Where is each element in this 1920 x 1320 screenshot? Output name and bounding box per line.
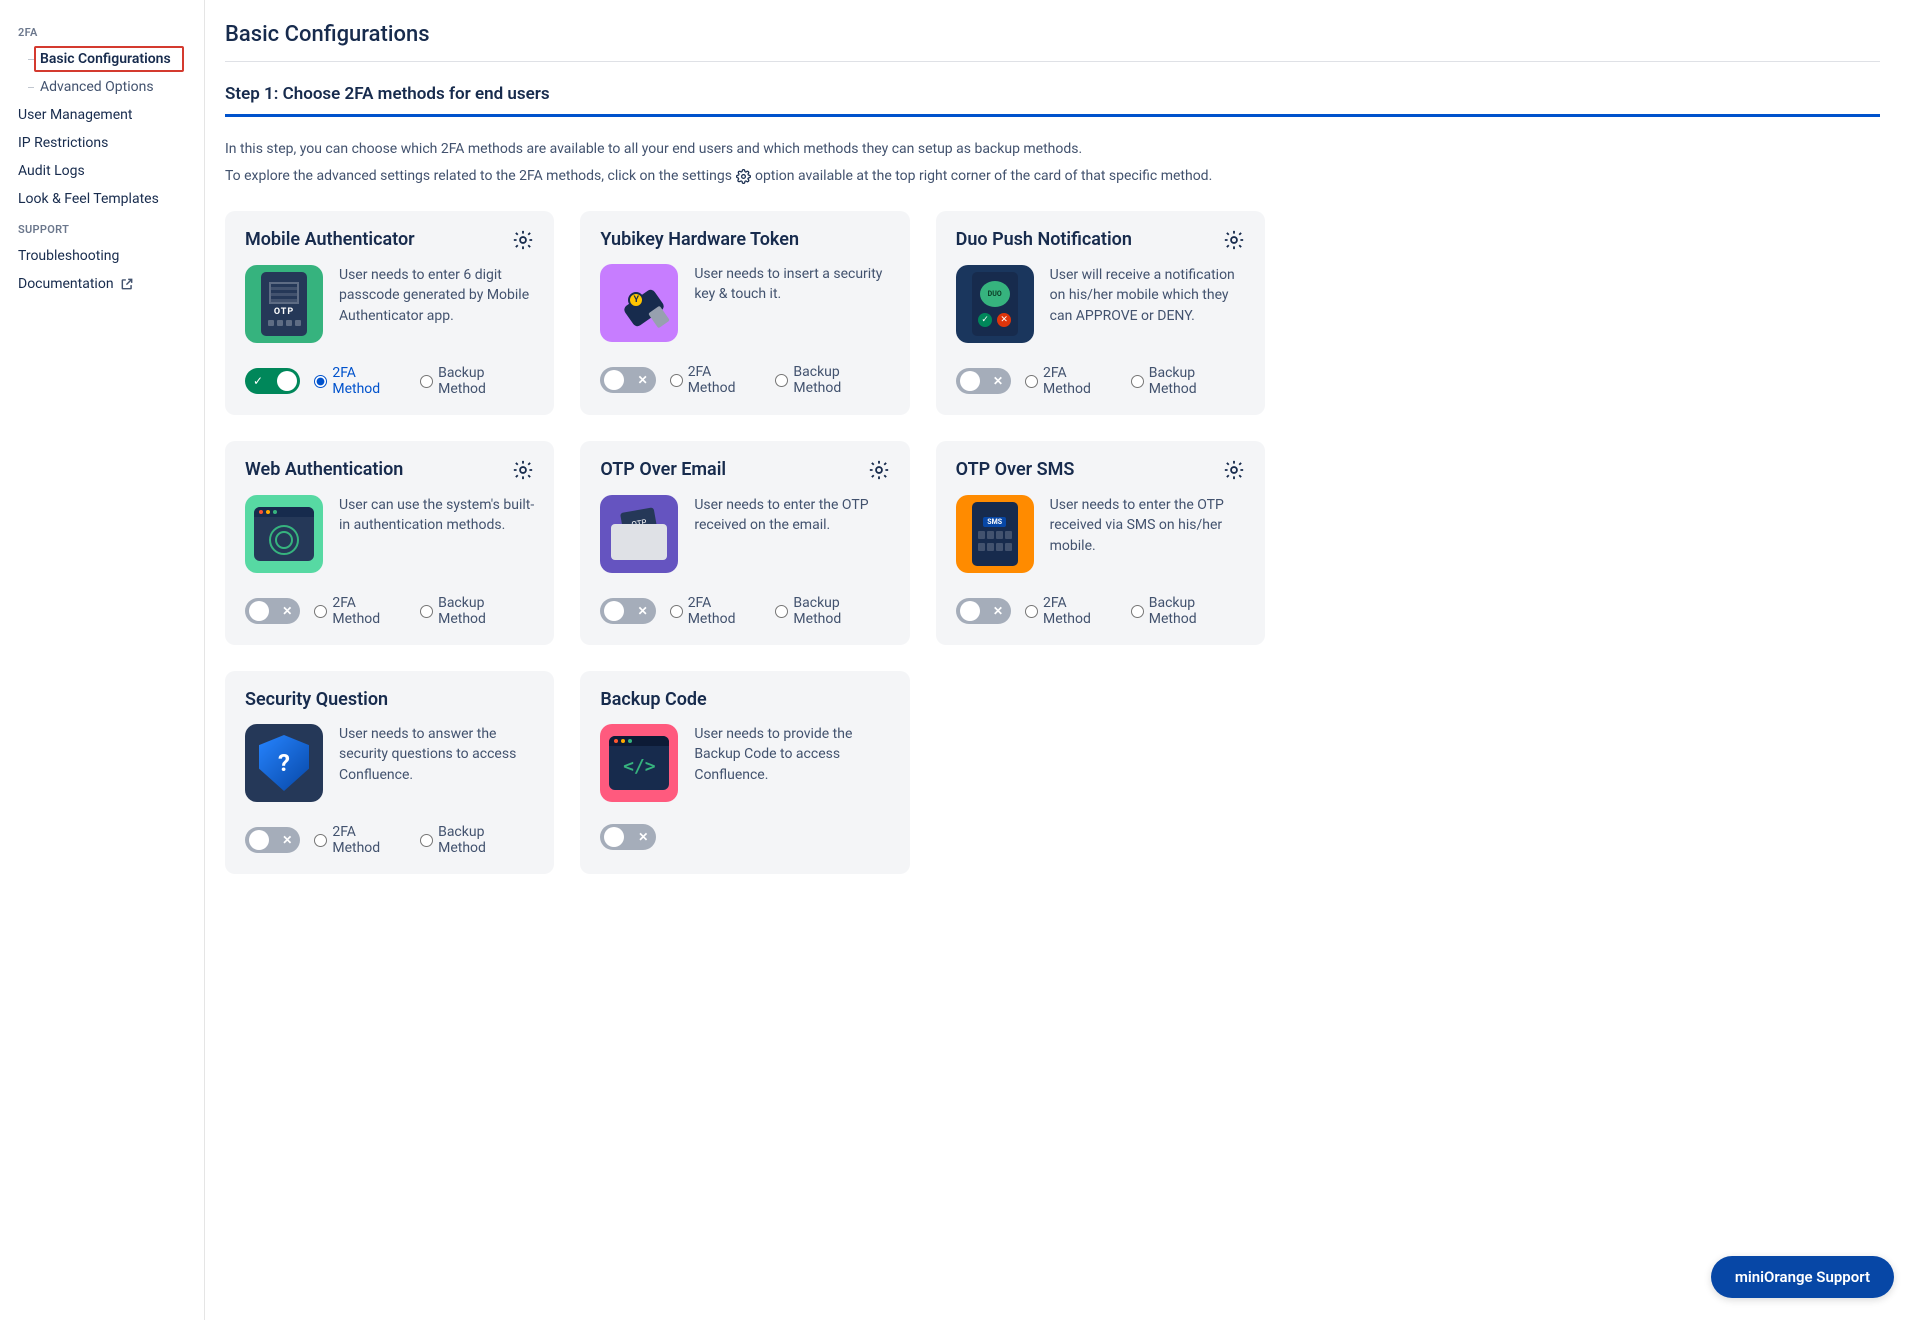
sidebar-item-documentation[interactable]: Documentation: [0, 270, 204, 298]
card-description: User needs to enter the OTP received via…: [1050, 495, 1245, 575]
gear-icon[interactable]: [512, 229, 534, 251]
yubikey-icon: Y: [600, 264, 678, 342]
card-description: User needs to enter 6 digit passcode gen…: [339, 265, 534, 345]
radio-backup-method[interactable]: Backup Method: [420, 824, 534, 856]
card-security-question: Security Question ? User needs to answer…: [225, 671, 554, 874]
radio-2fa-method[interactable]: 2FA Method: [670, 595, 762, 627]
security-question-icon: ?: [245, 724, 323, 802]
sidebar: 2FA Basic Configurations Advanced Option…: [0, 0, 205, 1320]
radio-backup-method[interactable]: Backup Method: [775, 595, 889, 627]
radio-backup-method[interactable]: Backup Method: [775, 364, 889, 396]
enable-toggle[interactable]: ✕: [245, 827, 300, 853]
enable-toggle[interactable]: ✕: [600, 598, 655, 624]
page-title: Basic Configurations: [225, 22, 1880, 62]
card-description: User needs to answer the security questi…: [339, 724, 534, 804]
enable-toggle[interactable]: ✕: [600, 367, 655, 393]
card-description: User will receive a notification on his/…: [1050, 265, 1245, 345]
gear-icon: [736, 169, 751, 184]
sidebar-item-troubleshooting[interactable]: Troubleshooting: [0, 242, 204, 270]
card-web-authentication: Web Authentication User can use the syst…: [225, 441, 554, 645]
mobile-authenticator-icon: OTP: [245, 265, 323, 343]
sidebar-item-audit-logs[interactable]: Audit Logs: [0, 157, 204, 185]
sidebar-item-user-management[interactable]: User Management: [0, 101, 204, 129]
gear-icon[interactable]: [1223, 459, 1245, 481]
sidebar-item-label: Documentation: [18, 276, 114, 292]
card-description: User can use the system's built-in authe…: [339, 495, 534, 575]
gear-icon[interactable]: [868, 459, 890, 481]
otp-sms-icon: SMS: [956, 495, 1034, 573]
enable-toggle[interactable]: ✕: [245, 598, 300, 624]
card-description: User needs to provide the Backup Code to…: [694, 724, 889, 804]
radio-2fa-method[interactable]: 2FA Method: [314, 365, 406, 397]
web-authentication-icon: [245, 495, 323, 573]
backup-code-icon: </>: [600, 724, 678, 802]
sidebar-item-basic-configurations[interactable]: Basic Configurations: [0, 45, 204, 73]
step-title: Step 1: Choose 2FA methods for end users: [225, 84, 1880, 117]
card-description: User needs to enter the OTP received on …: [694, 495, 889, 575]
gear-icon[interactable]: [512, 459, 534, 481]
otp-email-icon: OTP: [600, 495, 678, 573]
support-fab-button[interactable]: miniOrange Support: [1711, 1256, 1894, 1298]
radio-2fa-method[interactable]: 2FA Method: [670, 364, 762, 396]
radio-backup-method[interactable]: Backup Method: [420, 365, 534, 397]
card-backup-code: Backup Code </> User needs to provide th…: [580, 671, 909, 874]
card-title: OTP Over SMS: [956, 459, 1075, 480]
card-title: OTP Over Email: [600, 459, 726, 480]
radio-2fa-method[interactable]: 2FA Method: [1025, 365, 1117, 397]
sidebar-item-look-feel[interactable]: Look & Feel Templates: [0, 185, 204, 213]
duo-push-icon: DUO✓✕: [956, 265, 1034, 343]
external-link-icon: [120, 277, 134, 291]
enable-toggle[interactable]: ✕: [956, 598, 1011, 624]
card-duo-push: Duo Push Notification DUO✓✕ User will re…: [936, 211, 1265, 415]
intro-text-2: To explore the advanced settings related…: [225, 166, 1880, 187]
card-mobile-authenticator: Mobile Authenticator OTP User needs to e…: [225, 211, 554, 415]
sidebar-item-ip-restrictions[interactable]: IP Restrictions: [0, 129, 204, 157]
radio-backup-method[interactable]: Backup Method: [1131, 365, 1245, 397]
card-title: Yubikey Hardware Token: [600, 229, 799, 250]
radio-2fa-method[interactable]: 2FA Method: [1025, 595, 1117, 627]
card-otp-sms: OTP Over SMS SMS User needs to enter the…: [936, 441, 1265, 645]
sidebar-item-label: Basic Configurations: [40, 51, 171, 67]
gear-icon[interactable]: [1223, 229, 1245, 251]
card-title: Security Question: [245, 689, 388, 710]
radio-backup-method[interactable]: Backup Method: [420, 595, 534, 627]
sidebar-item-label: Advanced Options: [40, 79, 154, 95]
card-otp-email: OTP Over Email OTP User needs to enter t…: [580, 441, 909, 645]
card-yubikey: Yubikey Hardware Token Y User needs to i…: [580, 211, 909, 415]
main-content: Basic Configurations Step 1: Choose 2FA …: [205, 0, 1920, 1320]
card-title: Mobile Authenticator: [245, 229, 415, 250]
radio-2fa-method[interactable]: 2FA Method: [314, 595, 406, 627]
radio-2fa-method[interactable]: 2FA Method: [314, 824, 406, 856]
enable-toggle[interactable]: ✕: [600, 824, 656, 850]
card-description: User needs to insert a security key & to…: [694, 264, 889, 344]
enable-toggle[interactable]: ✕: [956, 368, 1011, 394]
card-title: Duo Push Notification: [956, 229, 1132, 250]
enable-toggle[interactable]: ✓: [245, 368, 300, 394]
sidebar-section-2fa: 2FA: [0, 16, 204, 45]
radio-backup-method[interactable]: Backup Method: [1131, 595, 1245, 627]
card-title: Backup Code: [600, 689, 706, 710]
methods-grid: Mobile Authenticator OTP User needs to e…: [225, 211, 1265, 874]
sidebar-section-support: SUPPORT: [0, 213, 204, 242]
intro-text-1: In this step, you can choose which 2FA m…: [225, 139, 1880, 160]
card-title: Web Authentication: [245, 459, 403, 480]
sidebar-item-advanced-options[interactable]: Advanced Options: [0, 73, 204, 101]
